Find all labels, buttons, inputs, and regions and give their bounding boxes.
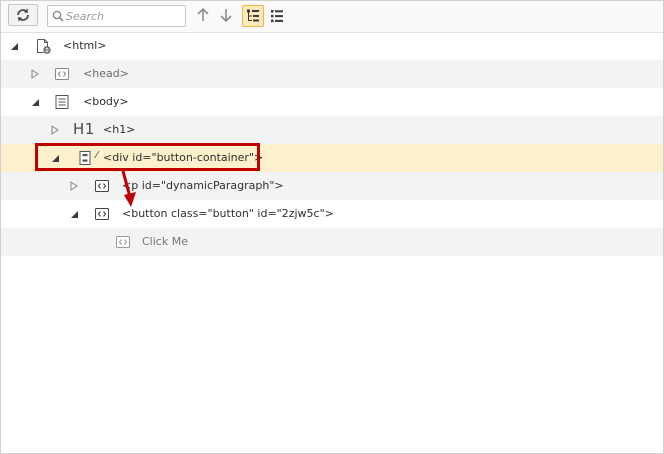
document-globe-icon: [37, 39, 51, 54]
heading-icon: H1: [73, 120, 95, 138]
expand-triangle-icon[interactable]: [30, 69, 40, 79]
button-tag-label: <button class="button" id="2zjw5c">: [122, 207, 334, 220]
move-down-button[interactable]: [214, 4, 238, 26]
search-input[interactable]: [66, 7, 181, 25]
element-tag-icon: [95, 180, 109, 192]
arrow-down-icon: [220, 9, 232, 23]
move-up-button[interactable]: [191, 4, 215, 26]
tree-row-text-click-me[interactable]: Click Me: [1, 228, 663, 256]
refresh-icon: [17, 8, 29, 22]
toolbar: [1, 1, 663, 33]
tree-view-button[interactable]: [242, 5, 264, 27]
collapse-triangle-icon[interactable]: [9, 41, 19, 51]
dom-inspector-panel: <html> <head> <body> H1 <h1>: [0, 0, 664, 454]
text-node-label: Click Me: [142, 235, 188, 248]
tree-row-head[interactable]: <head>: [1, 60, 663, 88]
annotation-arrow-icon: [121, 170, 136, 207]
element-tag-icon: [55, 68, 69, 80]
annotation-highlight-box: [35, 143, 260, 171]
list-view-button[interactable]: [266, 5, 288, 27]
expand-triangle-icon[interactable]: [50, 125, 60, 135]
tree-row-body[interactable]: <body>: [1, 88, 663, 116]
body-tag-label: <body>: [83, 95, 129, 108]
document-lines-icon: [55, 95, 69, 109]
refresh-button[interactable]: [8, 4, 38, 26]
collapse-triangle-icon[interactable]: [69, 209, 79, 219]
p-tag-label: <p id="dynamicParagraph">: [122, 179, 284, 192]
search-icon: [52, 10, 64, 22]
tree-row-html[interactable]: <html>: [1, 32, 663, 60]
tree-row-h1[interactable]: H1 <h1>: [1, 116, 663, 144]
expand-triangle-icon[interactable]: [69, 181, 79, 191]
list-view-icon: [271, 10, 283, 23]
collapse-triangle-icon[interactable]: [30, 97, 40, 107]
head-tag-label: <head>: [83, 67, 129, 80]
html-tag-label: <html>: [63, 39, 107, 52]
arrow-up-icon: [197, 7, 209, 21]
element-tag-icon: [95, 208, 109, 220]
tree-row-p-dynamic-paragraph[interactable]: <p id="dynamicParagraph">: [1, 172, 663, 200]
search-field[interactable]: [47, 5, 186, 27]
tree-view-icon: [247, 9, 259, 22]
text-node-icon: [116, 236, 130, 248]
h1-tag-label: <h1>: [103, 123, 136, 136]
tree-row-button[interactable]: <button class="button" id="2zjw5c">: [1, 200, 663, 228]
